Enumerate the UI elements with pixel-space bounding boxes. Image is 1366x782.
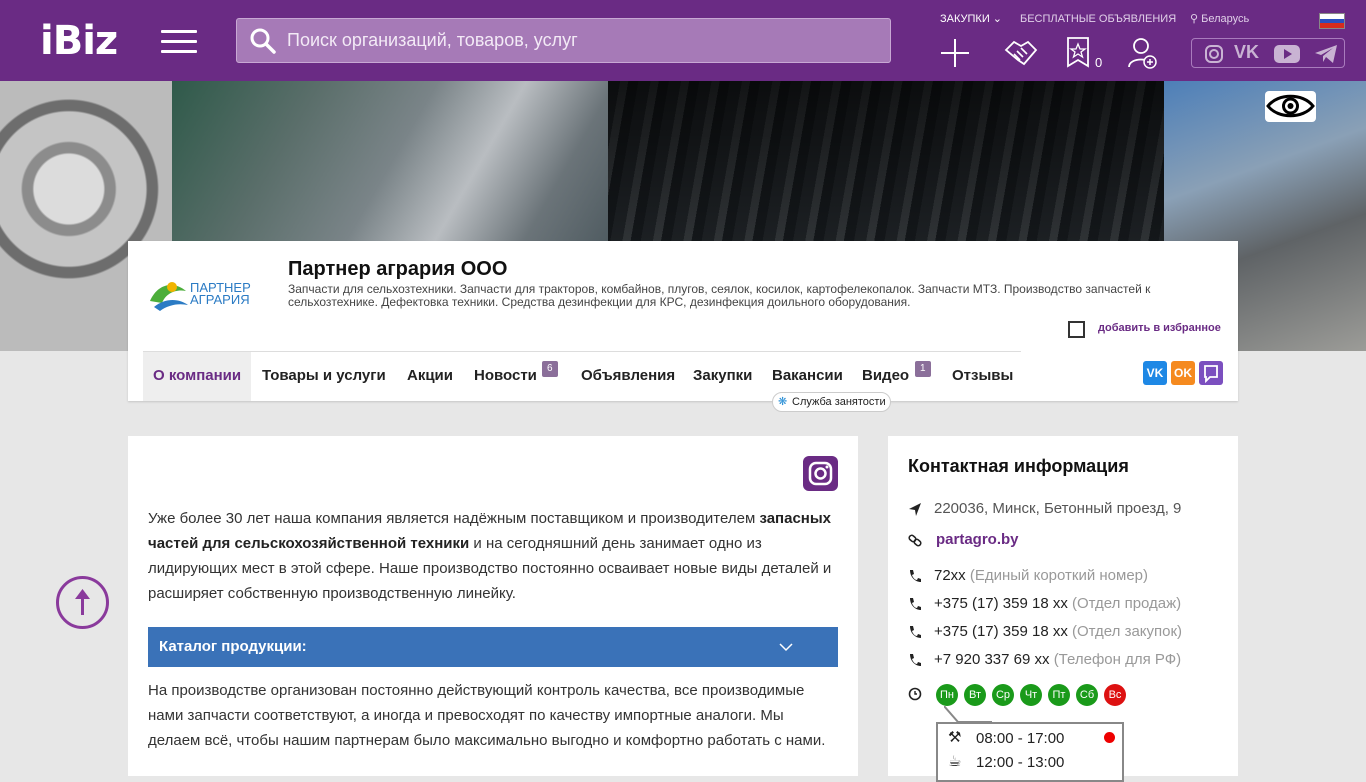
working-hours-popup: ⚒ 08:00 - 17:00 ☕ 12:00 - 13:00 xyxy=(936,722,1124,782)
company-description: Запчасти для сельхозтехники. Запчасти дл… xyxy=(288,282,1151,309)
phone-note: (Отдел закупок) xyxy=(1072,623,1183,640)
search-icon xyxy=(250,28,276,54)
day-saturday[interactable]: Сб xyxy=(1076,684,1098,706)
tab-about[interactable]: О компании xyxy=(143,352,252,401)
phone-number[interactable]: 72xx xyxy=(934,567,966,584)
phone-number[interactable]: +375 (17) 359 18 xx xyxy=(934,595,1068,612)
phone-number-line: +7 920 337 69 xx (Телефон для РФ) xyxy=(934,651,1181,668)
logo-line-2: АГРАРИЯ xyxy=(190,292,250,307)
tab-news[interactable]: Новости xyxy=(464,352,547,401)
company-logo-text: ПАРТНЕР АГРАРИЯ xyxy=(190,281,251,307)
lunch-hours: 12:00 - 13:00 xyxy=(976,754,1065,771)
day-wednesday[interactable]: Ср xyxy=(992,684,1014,706)
day-sunday[interactable]: Вс xyxy=(1104,684,1126,706)
about-content: Уже более 30 лет наша компания является … xyxy=(128,436,858,776)
ibiz-logo[interactable]: iBiz xyxy=(40,20,118,62)
catalog-accordion[interactable]: Каталог продукции: xyxy=(148,627,838,667)
quality-paragraph: На производстве организован постоянно де… xyxy=(148,682,826,749)
phone-number-line: 72xx (Единый короткий номер) xyxy=(934,567,1148,584)
contact-info-title: Контактная информация xyxy=(908,456,1129,476)
status-closed-indicator xyxy=(1104,732,1115,743)
location-pin-icon: ⚲ xyxy=(1190,13,1199,25)
chevron-down-icon xyxy=(779,627,793,683)
chevron-down-icon: ⌄ xyxy=(992,13,1003,25)
phone-note: (Телефон для РФ) xyxy=(1053,651,1182,668)
russian-flag-icon[interactable] xyxy=(1319,13,1345,29)
location-arrow-icon xyxy=(909,503,921,516)
add-user-icon[interactable] xyxy=(1128,36,1158,70)
phone-number-line: +375 (17) 359 18 xx (Отдел закупок) xyxy=(934,623,1182,640)
employment-service-tooltip[interactable]: ❋ Служба занятости xyxy=(772,392,891,412)
odnoklassniki-share-icon[interactable]: OK xyxy=(1171,361,1195,385)
tab-purchases[interactable]: Закупки xyxy=(683,352,762,401)
phone-icon xyxy=(910,626,921,638)
search-input[interactable] xyxy=(287,19,877,62)
tab-products[interactable]: Товары и услуги xyxy=(252,352,396,401)
add-icon[interactable] xyxy=(940,36,970,70)
region-selector[interactable]: ⚲ Беларусь xyxy=(1190,13,1249,25)
intro-paragraph: Уже более 30 лет наша компания является … xyxy=(148,506,838,606)
social-links: VK xyxy=(1191,38,1345,68)
news-count-badge: 6 xyxy=(542,361,558,377)
menu-burger-button[interactable] xyxy=(161,30,197,54)
intro-text-start: Уже более 30 лет наша компания является … xyxy=(148,510,760,527)
purchases-label: ЗАКУПКИ xyxy=(940,13,990,25)
handshake-icon[interactable] xyxy=(1004,36,1038,70)
add-favorite-checkbox[interactable] xyxy=(1068,321,1085,338)
phone-number-line: +375 (17) 359 18 xx (Отдел продаж) xyxy=(934,595,1181,612)
accessibility-eye-icon[interactable] xyxy=(1265,91,1316,122)
top-header: iBiz ЗАКУПКИ ⌄ БЕСПЛАТНЫЕ ОБЪЯВЛЕНИЯ ⚲ Б… xyxy=(0,0,1366,81)
scroll-to-top-button[interactable] xyxy=(56,576,109,629)
instagram-icon[interactable] xyxy=(1204,44,1224,69)
phone-note: (Отдел продаж) xyxy=(1072,595,1182,612)
phone-number[interactable]: +7 920 337 69 xx xyxy=(934,651,1050,668)
website-link[interactable]: partagro.by xyxy=(936,531,1019,548)
day-friday[interactable]: Пт xyxy=(1048,684,1070,706)
day-monday[interactable]: Пн xyxy=(936,684,958,706)
tab-reviews[interactable]: Отзывы xyxy=(942,352,1023,401)
video-count-badge: 1 xyxy=(915,361,931,377)
phone-icon xyxy=(910,570,921,582)
company-name: Партнер агрария ООО xyxy=(288,258,508,280)
coffee-cup-icon: ☕ xyxy=(948,753,962,770)
link-icon xyxy=(908,534,922,547)
phone-icon xyxy=(910,654,921,666)
day-thursday[interactable]: Чт xyxy=(1020,684,1042,706)
snowflake-icon: ❋ xyxy=(778,396,788,408)
arrow-up-icon xyxy=(75,589,90,615)
catalog-label: Каталог продукции: xyxy=(159,638,307,655)
company-logo: ПАРТНЕР АГРАРИЯ xyxy=(144,271,254,321)
search-bar[interactable] xyxy=(236,18,891,63)
free-ads-link[interactable]: БЕСПЛАТНЫЕ ОБЪЯВЛЕНИЯ xyxy=(1020,13,1176,25)
telegram-icon[interactable] xyxy=(1314,44,1338,69)
day-tuesday[interactable]: Вт xyxy=(964,684,986,706)
phone-number[interactable]: +375 (17) 359 18 xx xyxy=(934,623,1068,640)
tools-icon: ⚒ xyxy=(948,729,962,746)
tab-promotions[interactable]: Акции xyxy=(397,352,463,401)
favorites-star-icon[interactable] xyxy=(1066,36,1090,68)
contact-info-panel: Контактная информация 220036, Минск, Бет… xyxy=(888,436,1238,782)
company-card: ПАРТНЕР АГРАРИЯ Партнер агрария ООО Запч… xyxy=(128,241,1238,401)
instagram-icon[interactable] xyxy=(803,456,838,491)
vk-share-icon[interactable]: VK xyxy=(1143,361,1167,385)
vk-icon[interactable]: VK xyxy=(1234,42,1259,63)
clock-icon xyxy=(908,687,922,701)
youtube-icon[interactable] xyxy=(1274,44,1300,69)
viber-share-icon[interactable] xyxy=(1199,361,1223,385)
tab-ads[interactable]: Объявления xyxy=(571,352,685,401)
phone-icon xyxy=(910,598,921,610)
add-favorite-label[interactable]: добавить в избранное xyxy=(1098,322,1221,334)
address-text: 220036, Минск, Бетонный проезд, 9 xyxy=(934,500,1182,517)
region-label: Беларусь xyxy=(1201,13,1250,25)
employment-service-label: Служба занятости xyxy=(792,396,886,408)
phone-note: (Единый короткий номер) xyxy=(969,567,1149,584)
purchases-menu[interactable]: ЗАКУПКИ ⌄ xyxy=(940,13,1002,25)
work-hours: 08:00 - 17:00 xyxy=(976,730,1065,747)
favorites-count: 0 xyxy=(1095,55,1103,70)
